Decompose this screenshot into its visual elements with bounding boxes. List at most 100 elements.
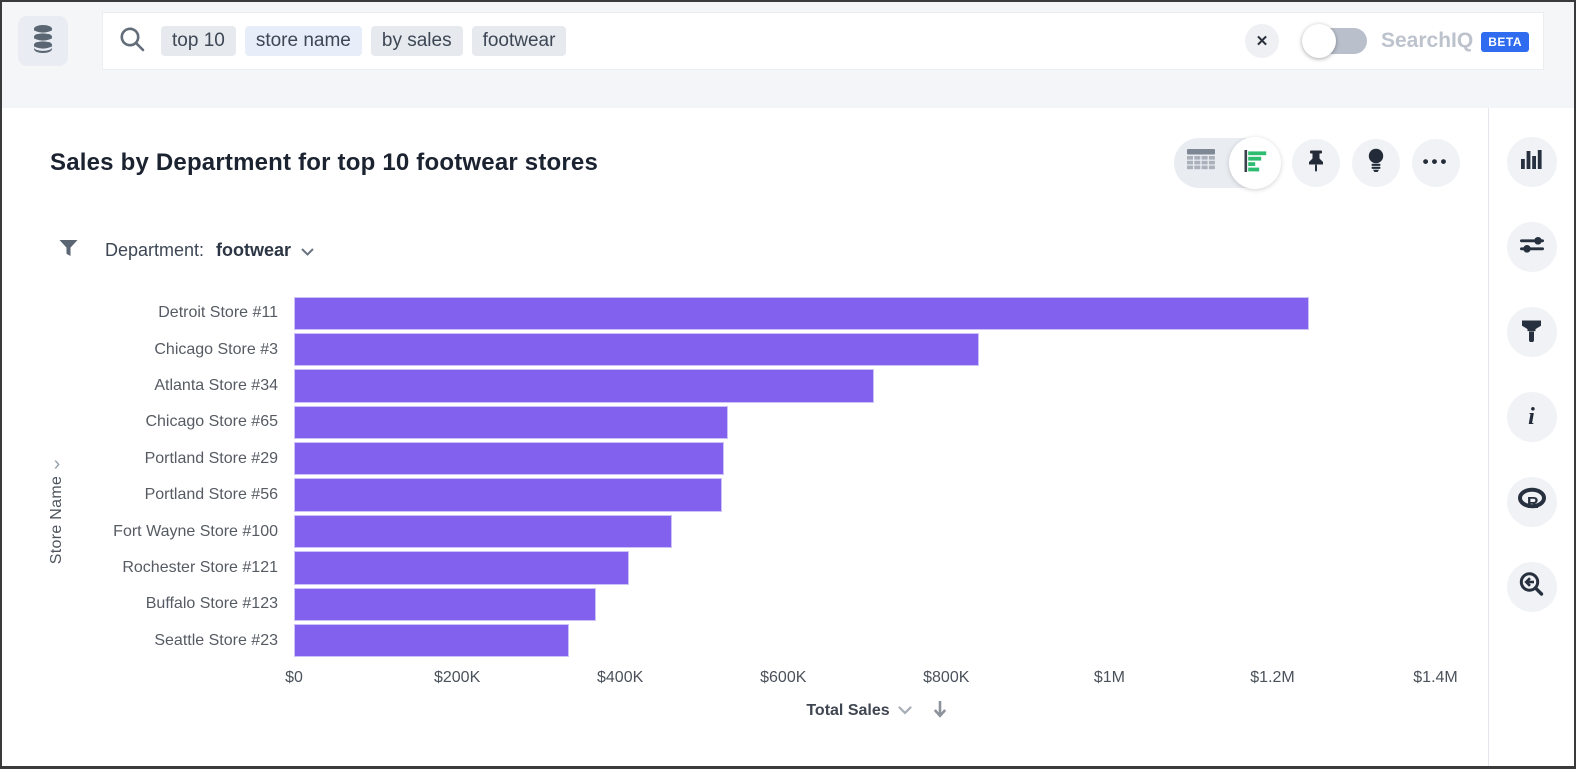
app-window: top 10 store name by sales footwear ✕ Searc… bbox=[0, 0, 1576, 769]
bar[interactable] bbox=[294, 478, 722, 511]
r-analytics-button[interactable]: R bbox=[1507, 477, 1557, 527]
clear-search-button[interactable]: ✕ bbox=[1245, 24, 1279, 58]
y-axis-label: Atlanta Store #34 bbox=[2, 377, 294, 395]
search-token[interactable]: by sales bbox=[371, 26, 463, 56]
search-token[interactable]: footwear bbox=[472, 26, 567, 56]
bar-row: Portland Store #29 bbox=[2, 441, 1488, 477]
bar-track bbox=[294, 513, 1460, 549]
x-axis-tick-label: $0 bbox=[285, 669, 303, 687]
bar-track bbox=[294, 441, 1460, 477]
sort-descending-arrow-icon[interactable] bbox=[932, 699, 948, 724]
chevron-down-icon[interactable] bbox=[301, 240, 314, 261]
style-button[interactable] bbox=[1507, 307, 1557, 357]
bar-track bbox=[294, 586, 1460, 622]
bar-row: Chicago Store #65 bbox=[2, 404, 1488, 440]
y-axis-label: Portland Store #56 bbox=[2, 486, 294, 504]
y-axis-label: Portland Store #29 bbox=[2, 450, 294, 468]
bar[interactable] bbox=[294, 551, 629, 584]
insights-button[interactable] bbox=[1352, 139, 1400, 187]
bar-chart-view-button[interactable] bbox=[1229, 137, 1281, 189]
table-view-button[interactable] bbox=[1174, 149, 1228, 177]
info-icon: i bbox=[1528, 405, 1535, 429]
x-axis-tick-label: $1.2M bbox=[1250, 669, 1294, 687]
answer-card: Sales by Department for top 10 footwear … bbox=[2, 108, 1488, 766]
right-toolbar-rail: i R bbox=[1488, 108, 1574, 766]
chart-type-button[interactable] bbox=[1507, 137, 1557, 187]
style-brush-icon bbox=[1520, 318, 1543, 347]
bar[interactable] bbox=[294, 442, 724, 475]
search-token[interactable]: top 10 bbox=[161, 26, 236, 56]
insights-bulb-icon bbox=[1366, 148, 1386, 178]
bar-track bbox=[294, 550, 1460, 586]
bar-row: Rochester Store #121 bbox=[2, 550, 1488, 586]
y-axis-label: Chicago Store #3 bbox=[2, 341, 294, 359]
configure-sliders-icon bbox=[1519, 235, 1545, 260]
bar-chart-view-icon bbox=[1242, 148, 1268, 179]
page-title: Sales by Department for top 10 footwear … bbox=[50, 149, 598, 177]
searchiq-toggle[interactable] bbox=[1305, 28, 1367, 54]
bar-row: Detroit Store #11 bbox=[2, 295, 1488, 331]
filter-value[interactable]: footwear bbox=[216, 240, 291, 261]
top-search-bar: top 10 store name by sales footwear ✕ Searc… bbox=[2, 2, 1574, 80]
chevron-down-icon[interactable] bbox=[898, 702, 912, 720]
pin-button[interactable] bbox=[1292, 139, 1340, 187]
table-view-icon bbox=[1187, 149, 1215, 177]
y-axis-label: Rochester Store #121 bbox=[2, 559, 294, 577]
bar[interactable] bbox=[294, 297, 1309, 330]
bar-track bbox=[294, 623, 1460, 659]
info-button[interactable]: i bbox=[1507, 392, 1557, 442]
search-input[interactable]: top 10 store name by sales footwear ✕ Searc… bbox=[102, 12, 1544, 70]
bar[interactable] bbox=[294, 369, 874, 402]
bar-row: Buffalo Store #123 bbox=[2, 586, 1488, 622]
x-axis-tick-label: $600K bbox=[760, 669, 806, 687]
search-token[interactable]: store name bbox=[245, 26, 362, 56]
search-icon bbox=[117, 24, 147, 59]
x-axis-title-row: Total Sales bbox=[294, 699, 1460, 724]
bar-row: Chicago Store #3 bbox=[2, 331, 1488, 367]
more-ellipsis-icon: ••• bbox=[1423, 152, 1450, 174]
bar[interactable] bbox=[294, 406, 728, 439]
filter-row: Department: footwear bbox=[58, 238, 1488, 263]
view-toggle bbox=[1174, 138, 1280, 188]
bar[interactable] bbox=[294, 515, 672, 548]
search-bar-right: ✕ SearchIQ BETA bbox=[1245, 24, 1529, 58]
data-source-button[interactable] bbox=[18, 16, 68, 66]
column-chart-icon bbox=[1519, 148, 1544, 177]
bar[interactable] bbox=[294, 588, 596, 621]
x-axis-tick-label: $1M bbox=[1094, 669, 1125, 687]
y-axis-label: Buffalo Store #123 bbox=[2, 595, 294, 613]
search-drill-button[interactable] bbox=[1507, 562, 1557, 612]
x-axis-tick-label: $1.4M bbox=[1413, 669, 1457, 687]
bar-row: Fort Wayne Store #100 bbox=[2, 513, 1488, 549]
y-axis-label: Fort Wayne Store #100 bbox=[2, 523, 294, 541]
configure-button[interactable] bbox=[1507, 222, 1557, 272]
x-axis: $0$200K$400K$600K$800K$1M$1.2M$1.4M bbox=[294, 669, 1460, 691]
pin-icon bbox=[1305, 149, 1327, 178]
search-token-list: top 10 store name by sales footwear bbox=[161, 26, 566, 56]
bar-track bbox=[294, 477, 1460, 513]
x-axis-title[interactable]: Total Sales bbox=[806, 702, 889, 720]
toggle-knob-icon bbox=[1302, 24, 1336, 58]
bar-track bbox=[294, 295, 1460, 331]
bar[interactable] bbox=[294, 624, 569, 657]
bar[interactable] bbox=[294, 333, 979, 366]
y-axis-label: Detroit Store #11 bbox=[2, 304, 294, 322]
bar-track bbox=[294, 368, 1460, 404]
database-icon bbox=[30, 24, 56, 59]
funnel-icon bbox=[58, 238, 79, 263]
more-actions-button[interactable]: ••• bbox=[1412, 139, 1460, 187]
r-analytics-icon: R bbox=[1517, 487, 1547, 518]
svg-text:R: R bbox=[1527, 495, 1539, 512]
bar-chart: › Store Name Detroit Store #11Chicago St… bbox=[2, 295, 1488, 724]
bar-rows: Detroit Store #11 Chicago Store #3 Atlanta… bbox=[2, 295, 1488, 659]
filter-label: Department: bbox=[105, 240, 204, 261]
bar-track bbox=[294, 404, 1460, 440]
search-drill-icon bbox=[1518, 571, 1545, 603]
chart-toolbar: ••• bbox=[1174, 138, 1460, 188]
x-axis-tick-label: $200K bbox=[434, 669, 480, 687]
searchiq-label: SearchIQ bbox=[1381, 29, 1473, 53]
y-axis-label: Chicago Store #65 bbox=[2, 413, 294, 431]
x-axis-tick-label: $400K bbox=[597, 669, 643, 687]
bar-row: Portland Store #56 bbox=[2, 477, 1488, 513]
bar-track bbox=[294, 331, 1460, 367]
